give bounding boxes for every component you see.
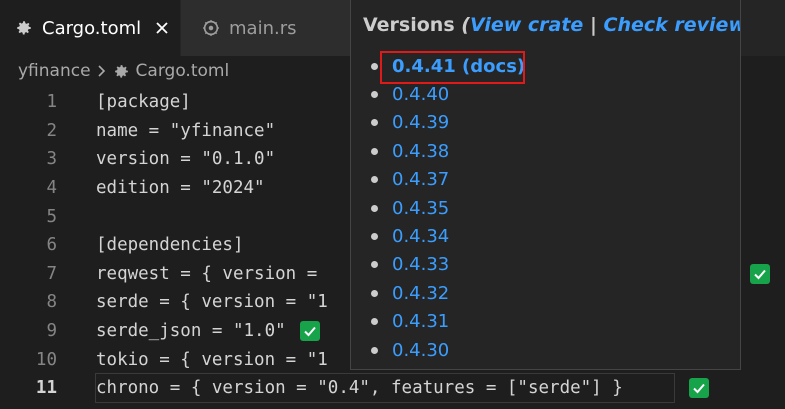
gear-icon [14, 18, 34, 38]
list-item: 0.4.30 [371, 336, 525, 364]
version-link[interactable]: 0.4.32 [392, 283, 449, 304]
line-number: 9 [46, 321, 57, 342]
version-link[interactable]: 0.4.30 [392, 340, 449, 361]
version-link[interactable]: 0.4.38 [392, 141, 449, 162]
line-number: 4 [46, 178, 57, 199]
popup-title: Versions [363, 14, 455, 36]
bullet-icon [371, 62, 378, 70]
line-number: 1 [46, 92, 57, 113]
bullet-icon [371, 318, 378, 326]
bullet-icon [371, 147, 378, 155]
bullet-icon [371, 289, 378, 297]
gear-icon [113, 63, 130, 80]
tab-cargo-toml[interactable]: Cargo.toml [0, 0, 180, 56]
list-item: 0.4.39 [371, 109, 525, 137]
popup-header: Versions (View crate | Check reviews) [363, 14, 740, 36]
versions-list: 0.4.41 (docs) 0.4.40 0.4.39 0.4.38 0.4.3… [371, 52, 525, 364]
line-text[interactable]: chrono = { version = "0.4", features = [… [95, 373, 675, 404]
bullet-icon [371, 91, 378, 99]
chevron-right-icon [97, 64, 107, 78]
rust-icon [201, 18, 221, 38]
version-link[interactable]: 0.4.33 [392, 254, 449, 275]
version-link[interactable]: 0.4.40 [392, 84, 449, 105]
line-number: 2 [46, 120, 57, 141]
bullet-icon [371, 346, 378, 354]
list-item: 0.4.37 [371, 166, 525, 194]
version-link[interactable]: 0.4.39 [392, 112, 449, 133]
close-icon[interactable] [153, 19, 171, 37]
bullet-icon [371, 176, 378, 184]
list-item: 0.4.40 [371, 80, 525, 108]
list-item: 0.4.33 [371, 251, 525, 279]
list-item: 0.4.31 [371, 308, 525, 336]
tab-main-rs[interactable]: main.rs [181, 0, 351, 56]
version-link[interactable]: 0.4.37 [392, 169, 449, 190]
breadcrumb-file[interactable]: Cargo.toml [136, 61, 230, 81]
code-line-current[interactable]: 11 chrono = { version = "0.4", features … [0, 373, 785, 404]
breadcrumb-folder[interactable]: yfinance [18, 61, 91, 81]
check-icon [689, 378, 709, 399]
line-number: 8 [46, 292, 57, 313]
bullet-icon [371, 204, 378, 212]
line-number: 6 [46, 235, 57, 256]
line-number: 7 [46, 263, 57, 284]
check-icon [299, 321, 320, 342]
bullet-icon [371, 261, 378, 269]
tab-label: main.rs [229, 17, 297, 39]
line-number: 11 [35, 378, 57, 399]
list-item: 0.4.35 [371, 194, 525, 222]
line-number: 5 [46, 206, 57, 227]
line-text-content: serde_json = "1.0" [96, 321, 286, 342]
line-number: 3 [46, 149, 57, 170]
line-number: 10 [35, 349, 57, 370]
bullet-icon [371, 119, 378, 127]
list-item: 0.4.34 [371, 222, 525, 250]
version-link[interactable]: 0.4.34 [392, 226, 449, 247]
link-separator: | [589, 14, 597, 36]
check-icon [750, 263, 770, 284]
list-item: 0.4.38 [371, 137, 525, 165]
version-link[interactable]: 0.4.31 [392, 311, 449, 332]
bullet-icon [371, 233, 378, 241]
version-link[interactable]: 0.4.35 [392, 198, 449, 219]
view-crate-link[interactable]: View crate [470, 14, 583, 36]
tab-label: Cargo.toml [42, 17, 142, 39]
check-reviews-link[interactable]: Check reviews [604, 14, 740, 36]
list-item: 0.4.32 [371, 279, 525, 307]
open-paren: ( [461, 14, 470, 36]
highlight-box [380, 51, 525, 84]
